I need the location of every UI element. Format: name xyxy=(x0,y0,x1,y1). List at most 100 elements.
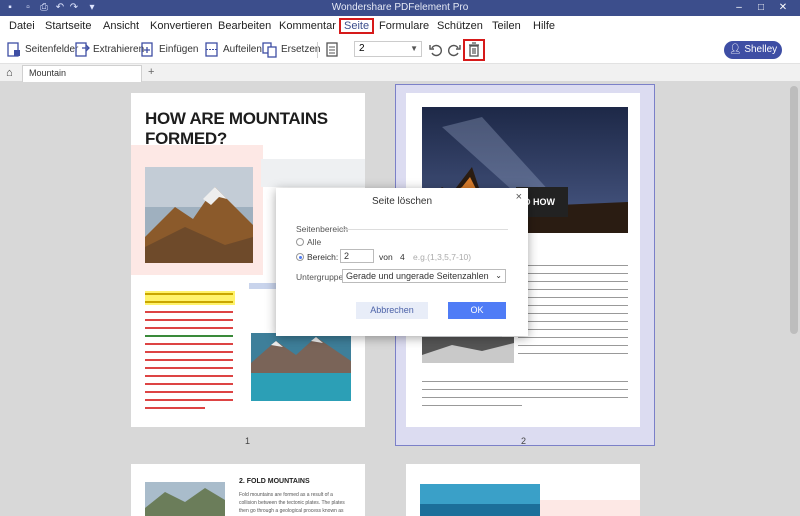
page-number-value: 2 xyxy=(359,43,365,54)
menu-teilen[interactable]: Teilen xyxy=(489,18,524,34)
radio-bereich-label: Bereich: xyxy=(307,252,339,262)
page-thumbnail-4[interactable] xyxy=(406,464,640,516)
einfuegen-label: Einfügen xyxy=(159,44,199,55)
seitenfelder-label: Seitenfelder xyxy=(25,44,79,55)
cancel-button[interactable]: Abbrechen xyxy=(356,302,428,319)
ocean-photo xyxy=(420,484,540,516)
text-line xyxy=(518,305,628,306)
page-boxes-icon xyxy=(7,42,20,57)
text-line xyxy=(518,321,628,322)
page1-title: HOW ARE MOUNTAINS FORMED? xyxy=(145,109,328,148)
page2-heading: D HOW xyxy=(524,197,555,207)
add-tab-button[interactable]: + xyxy=(148,66,154,78)
user-account-button[interactable]: 👤︎ Shelley xyxy=(724,41,782,59)
menu-schuetzen[interactable]: Schützen xyxy=(434,18,486,34)
text-line xyxy=(145,375,233,377)
text-line xyxy=(422,405,522,406)
split-page-icon xyxy=(205,42,218,57)
aufteilen-label: Aufteilen xyxy=(223,44,262,55)
text-line xyxy=(518,265,628,266)
text-line xyxy=(422,381,628,382)
tab-label: Mountain xyxy=(29,68,67,78)
page-number-1: 1 xyxy=(245,436,251,446)
gray-panel xyxy=(261,159,365,187)
text-line xyxy=(518,281,628,282)
ok-button[interactable]: OK xyxy=(448,302,506,319)
menu-bearbeiten[interactable]: Bearbeiten xyxy=(215,18,274,34)
rotate-right-icon xyxy=(448,44,461,57)
aufteilen-button[interactable]: Aufteilen xyxy=(204,41,262,59)
page-thumbnail-3[interactable]: 2. FOLD MOUNTAINS Fold mountains are for… xyxy=(131,464,365,516)
page3-title: 2. FOLD MOUNTAINS xyxy=(239,478,310,485)
menu-hilfe[interactable]: Hilfe xyxy=(530,18,558,34)
extract-icon xyxy=(75,42,90,57)
chevron-down-icon: ⌄ xyxy=(495,271,502,280)
menu-startseite[interactable]: Startseite xyxy=(42,18,94,34)
rotate-left-button[interactable] xyxy=(428,41,444,59)
chevron-down-icon: ▼ xyxy=(410,44,418,53)
text-line xyxy=(145,327,233,329)
text-line xyxy=(518,353,628,354)
dialog-title: Seite löschen xyxy=(371,196,433,207)
rotate-right-button[interactable] xyxy=(446,41,462,59)
text-line xyxy=(145,351,233,353)
toolbar-divider xyxy=(317,42,318,58)
page-number-select[interactable]: 2 ▼ xyxy=(354,41,422,57)
text-line xyxy=(145,293,233,295)
einfuegen-button[interactable]: Einfügen xyxy=(140,41,198,59)
menu-seite[interactable]: Seite xyxy=(339,18,375,34)
radio-bereich[interactable] xyxy=(296,253,304,261)
ersetzen-button[interactable]: Ersetzen xyxy=(262,41,320,59)
pink-panel xyxy=(540,500,640,516)
menu-kommentar[interactable]: Kommentar xyxy=(276,18,339,34)
page-number-2: 2 xyxy=(521,436,527,446)
window-title: Wondershare PDFelement Pro xyxy=(331,2,469,13)
text-line xyxy=(145,399,233,401)
text-line xyxy=(518,345,628,346)
total-pages: 4 xyxy=(400,252,405,262)
page-thumbnail-button[interactable] xyxy=(324,41,340,59)
minimize-icon[interactable]: – xyxy=(732,1,746,15)
close-window-icon[interactable]: ✕ xyxy=(776,1,790,15)
document-tab-bar: ⌂ Mountain + xyxy=(0,64,800,82)
menu-datei[interactable]: Datei xyxy=(6,18,38,34)
range-input-value: 2 xyxy=(344,251,350,261)
text-line xyxy=(145,335,233,337)
rotate-left-icon xyxy=(429,44,442,57)
title-bar: ▪ ▫ ⎙ ↶ ↷ ▾ Wondershare PDFelement Pro –… xyxy=(0,0,800,16)
tab-mountain[interactable]: Mountain xyxy=(22,65,142,82)
fold-mountain-photo xyxy=(145,482,225,516)
page-icon xyxy=(326,42,338,57)
text-line xyxy=(145,407,205,409)
extrahieren-button[interactable]: Extrahieren xyxy=(74,41,144,59)
text-line xyxy=(145,311,233,313)
close-icon[interactable]: × xyxy=(516,191,522,203)
von-label: von xyxy=(379,252,393,262)
replace-page-icon xyxy=(262,42,277,58)
menu-formulare[interactable]: Formulare xyxy=(376,18,432,34)
radio-alle[interactable] xyxy=(296,238,304,246)
delete-highlight-box xyxy=(463,39,485,61)
text-line xyxy=(145,301,233,303)
text-line xyxy=(518,329,628,330)
ersetzen-label: Ersetzen xyxy=(281,44,321,55)
radio-alle-label: Alle xyxy=(307,237,322,247)
menu-konvertieren[interactable]: Konvertieren xyxy=(147,18,215,34)
extrahieren-label: Extrahieren xyxy=(93,44,145,55)
vertical-scrollbar[interactable] xyxy=(790,86,798,334)
home-icon[interactable]: ⌂ xyxy=(6,67,13,79)
page3-text-2: collision between the tectonic plates. T… xyxy=(239,500,345,506)
menu-ansicht[interactable]: Ansicht xyxy=(100,18,142,34)
maximize-icon[interactable]: □ xyxy=(754,1,768,15)
menu-bar: Datei Startseite Ansicht Konvertieren Be… xyxy=(0,16,800,36)
page3-text-1: Fold mountains are formed as a result of… xyxy=(239,492,333,498)
range-hint: e.g.(1,3,5,7-10) xyxy=(413,252,472,262)
subgroup-select[interactable]: Gerade und ungerade Seitenzahlen ⌄ xyxy=(342,269,506,283)
text-line xyxy=(518,273,628,274)
text-line xyxy=(422,397,628,398)
seitenfelder-button[interactable]: Seitenfelder xyxy=(6,41,78,59)
text-line xyxy=(422,389,628,390)
range-input[interactable]: 2 xyxy=(340,249,374,263)
text-line xyxy=(518,289,628,290)
text-line xyxy=(145,391,233,393)
